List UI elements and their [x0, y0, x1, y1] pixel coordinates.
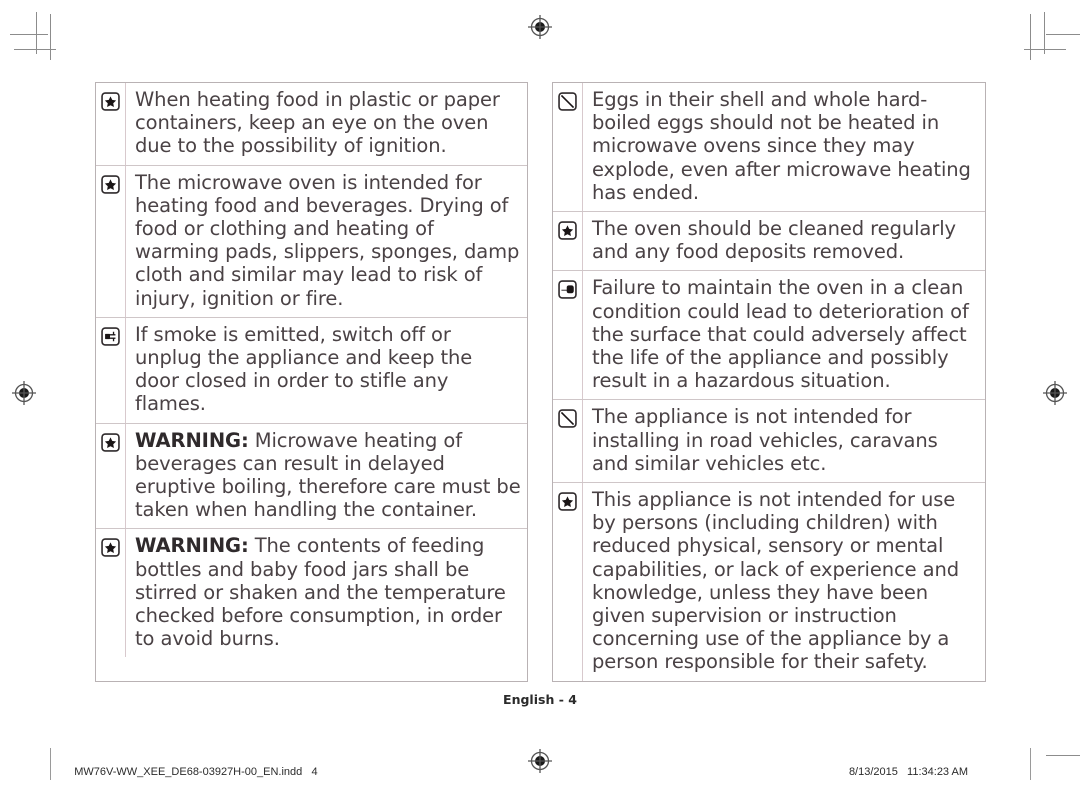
registration-mark-right-middle [1042, 380, 1068, 406]
note-lead-label: WARNING: [135, 428, 249, 452]
note-body-text: The appliance is not intended for instal… [592, 405, 938, 475]
crop-mark-top-left-horizontal-a [10, 34, 48, 35]
note-text: WARNING: Microwave heating of beverages … [126, 424, 527, 529]
note-row: Eggs in their shell and whole hard-boile… [553, 83, 985, 213]
note-row: When heating food in plastic or paper co… [96, 83, 527, 166]
note-icon-cell [553, 83, 583, 212]
footer-filename: MW76V-WW_XEE_DE68-03927H-00_EN.indd 4 [62, 754, 318, 790]
note-lead-label: WARNING: [135, 534, 249, 558]
note-icon-cell [96, 317, 126, 423]
pointing-hand-icon [558, 280, 577, 300]
note-row: WARNING: Microwave heating of beverages … [96, 423, 527, 530]
note-row: The appliance is not intended for instal… [553, 400, 985, 484]
crop-mark-top-left-vertical-b [50, 14, 51, 60]
registration-mark-left-middle [11, 380, 37, 406]
note-text: If smoke is emitted, switch off or unplu… [126, 318, 527, 423]
star-icon [558, 492, 577, 511]
registration-mark-bottom-center [527, 748, 553, 774]
prohibited-icon [558, 409, 577, 429]
note-icon-cell [96, 83, 126, 165]
note-body-text: The microwave oven is intended for heati… [135, 170, 520, 310]
note-row: The oven should be cleaned regularly and… [553, 212, 985, 272]
note-icon-cell [96, 423, 126, 529]
note-row: WARNING: The contents of feeding bottles… [96, 529, 527, 658]
note-icon-cell [96, 165, 126, 317]
note-row: If smoke is emitted, switch off or unplu… [96, 317, 527, 424]
star-icon [101, 174, 120, 194]
footer-date: 8/13/2015 [848, 766, 898, 778]
footer-divider-left [50, 748, 51, 780]
footer-timestamp: 8/13/2015 11:34:23 AM [837, 754, 968, 790]
star-icon [101, 432, 120, 452]
crop-mark-top-right-horizontal-a [1046, 34, 1080, 35]
note-icon-cell [96, 529, 126, 658]
note-body-text: Failure to maintain the oven in a clean … [592, 276, 969, 393]
note-body-text: The oven should be cleaned regularly and… [592, 217, 956, 264]
note-text: WARNING: The contents of feeding bottles… [126, 529, 527, 657]
crop-mark-bottom-right-horizontal [1046, 755, 1080, 756]
footer-filename-text: MW76V-WW_XEE_DE68-03927H-00_EN.indd [74, 766, 303, 778]
footer-page-number: 4 [311, 766, 318, 778]
unplug-icon [101, 327, 120, 346]
crop-mark-top-right-vertical-a [1044, 12, 1045, 54]
page-label: English - 4 [503, 692, 577, 707]
note-icon-cell [553, 271, 583, 400]
note-text: The appliance is not intended for instal… [583, 400, 985, 482]
crop-mark-top-left-vertical-a [36, 12, 37, 54]
left-notes-table: When heating food in plastic or paper co… [95, 82, 528, 682]
registration-target-icon [528, 749, 552, 773]
crop-mark-top-left-horizontal-b [14, 49, 56, 50]
note-text: The microwave oven is intended for heati… [126, 166, 527, 317]
registration-target-icon [1043, 381, 1067, 405]
note-text: When heating food in plastic or paper co… [126, 83, 527, 165]
star-icon [558, 221, 577, 240]
note-body-text: This appliance is not intended for use b… [592, 488, 960, 674]
footer-time: 11:34:23 AM [907, 766, 968, 778]
note-body-text: If smoke is emitted, switch off or unplu… [135, 322, 473, 416]
manual-page: When heating food in plastic or paper co… [0, 0, 1080, 789]
note-text: Eggs in their shell and whole hard-boile… [583, 83, 985, 211]
note-body-text: When heating food in plastic or paper co… [135, 88, 500, 158]
note-body-text: Eggs in their shell and whole hard-boile… [592, 88, 971, 204]
crop-mark-top-right-horizontal-b [1024, 49, 1066, 50]
note-icon-cell [553, 483, 583, 681]
registration-target-icon [528, 15, 552, 39]
footer-divider-right [1030, 748, 1031, 780]
note-text: This appliance is not intended for use b… [583, 483, 985, 681]
note-row: Failure to maintain the oven in a clean … [553, 271, 985, 401]
notes-columns: When heating food in plastic or paper co… [95, 82, 986, 682]
note-row: This appliance is not intended for use b… [553, 483, 985, 681]
registration-target-icon [12, 381, 36, 405]
note-row: The microwave oven is intended for heati… [96, 165, 527, 318]
registration-mark-top-center [527, 14, 553, 40]
note-text: Failure to maintain the oven in a clean … [583, 271, 985, 399]
crop-mark-top-right-vertical-b [1030, 14, 1031, 60]
star-icon [101, 92, 120, 111]
note-icon-cell [553, 212, 583, 271]
prohibited-icon [558, 92, 577, 111]
star-icon [101, 538, 120, 558]
note-text: The oven should be cleaned regularly and… [583, 212, 985, 270]
note-icon-cell [553, 400, 583, 483]
right-notes-table: Eggs in their shell and whole hard-boile… [552, 82, 986, 682]
